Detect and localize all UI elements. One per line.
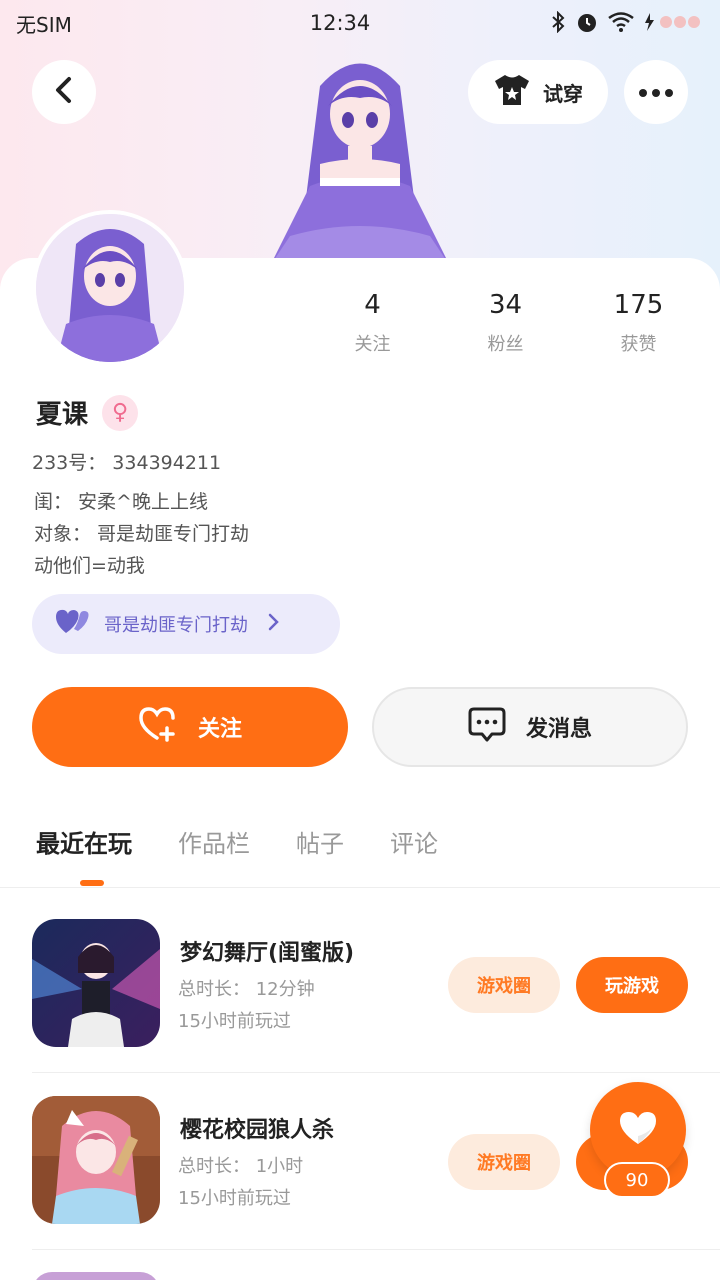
stat-likes[interactable]: 175 获赞 [572,290,705,356]
user-bio: 闺： 安柔^晚上上线 对象： 哥是劫匪专门打劫 动他们=动我 [34,486,394,582]
stat-followers[interactable]: 34 粉丝 [439,290,572,356]
female-icon: ♀ [102,394,139,431]
wifi-icon [608,11,634,35]
bluetooth-icon [550,10,566,36]
tab-comments[interactable]: 评论 [390,824,438,884]
game-duration: 总时长： 12分钟 [178,979,315,1000]
avatar-illustration [36,214,184,362]
user-name: 夏课 [36,400,89,430]
tab-recently-played[interactable]: 最近在玩 [36,824,132,884]
status-bar: 无SIM 12:34 [0,0,720,46]
clock: 12:34 [309,11,371,35]
game-icon [32,1096,160,1224]
active-tab-indicator [80,880,104,886]
avatar[interactable] [32,210,188,366]
status-icons [514,10,704,36]
message-label: 发消息 [525,717,592,742]
profile-tabs: 最近在玩 作品栏 帖子 评论 [36,824,438,884]
tab-posts[interactable]: 帖子 [296,824,344,884]
stat-label: 获赞 [620,334,657,355]
stat-value: 4 [364,290,381,320]
game-icon [32,919,160,1047]
send-message-button[interactable]: 发消息 [372,687,688,767]
relationship-tag[interactable]: 哥是劫匪专门打劫 [32,594,340,654]
try-on-label: 试穿 [543,81,583,106]
battery-charging-icon [644,12,704,35]
stat-following[interactable]: 4 关注 [306,290,439,356]
chevron-left-icon [53,76,75,108]
more-options-button[interactable] [624,60,688,124]
tab-works[interactable]: 作品栏 [178,824,250,884]
back-button[interactable] [32,60,96,124]
game-last-played: 15小时前玩过 [178,1188,291,1209]
carrier-label: 无SIM [16,12,72,37]
bio-line: 对象： 哥是劫匪专门打劫 [34,523,250,545]
follow-button[interactable]: 关注 [32,687,348,767]
stat-value: 34 [488,290,523,320]
more-icon [638,83,674,102]
user-id: 233号： 334394211 [32,452,222,474]
chat-bubble-icon [468,706,506,748]
divider [32,1249,720,1250]
chevron-right-icon [268,612,280,636]
try-on-button[interactable]: 试穿 [468,60,608,124]
game-circle-button[interactable]: 游戏圈 [448,957,560,1013]
like-count: 90 [604,1162,670,1198]
bio-line: 闺： 安柔^晚上上线 [34,491,208,513]
tag-label: 哥是劫匪专门打劫 [104,615,248,636]
stat-value: 175 [613,290,664,320]
hearts-icon [56,609,90,640]
game-title: 樱花校园狼人杀 [180,1118,335,1143]
divider [0,887,720,888]
game-list-item[interactable]: 梦幻舞厅(闺蜜版) 总时长： 12分钟 15小时前玩过 游戏圈 玩游戏 [32,919,688,1049]
play-game-button[interactable]: 玩游戏 [576,957,688,1013]
game-duration: 总时长： 1小时 [178,1156,304,1177]
game-last-played: 15小时前玩过 [178,1011,291,1032]
divider [32,1072,720,1073]
heart-plus-icon [138,706,178,748]
name-row: 夏课 ♀ [36,394,139,431]
stats-row: 4 关注 34 粉丝 175 获赞 [306,290,706,356]
alarm-icon [576,11,598,36]
tshirt-icon [493,73,531,112]
stat-label: 粉丝 [487,334,524,355]
game-list-item[interactable]: 樱花校园狼人杀 总时长： 1小时 15小时前玩过 游戏圈 [32,1096,688,1226]
game-circle-button[interactable]: 游戏圈 [448,1134,560,1190]
bio-line: 动他们=动我 [34,555,145,577]
game-title: 梦幻舞厅(闺蜜版) [180,941,355,966]
game-icon [32,1272,160,1280]
character-illustration [270,63,450,266]
heart-icon [618,1110,658,1150]
follow-label: 关注 [197,717,242,742]
stat-label: 关注 [354,334,391,355]
